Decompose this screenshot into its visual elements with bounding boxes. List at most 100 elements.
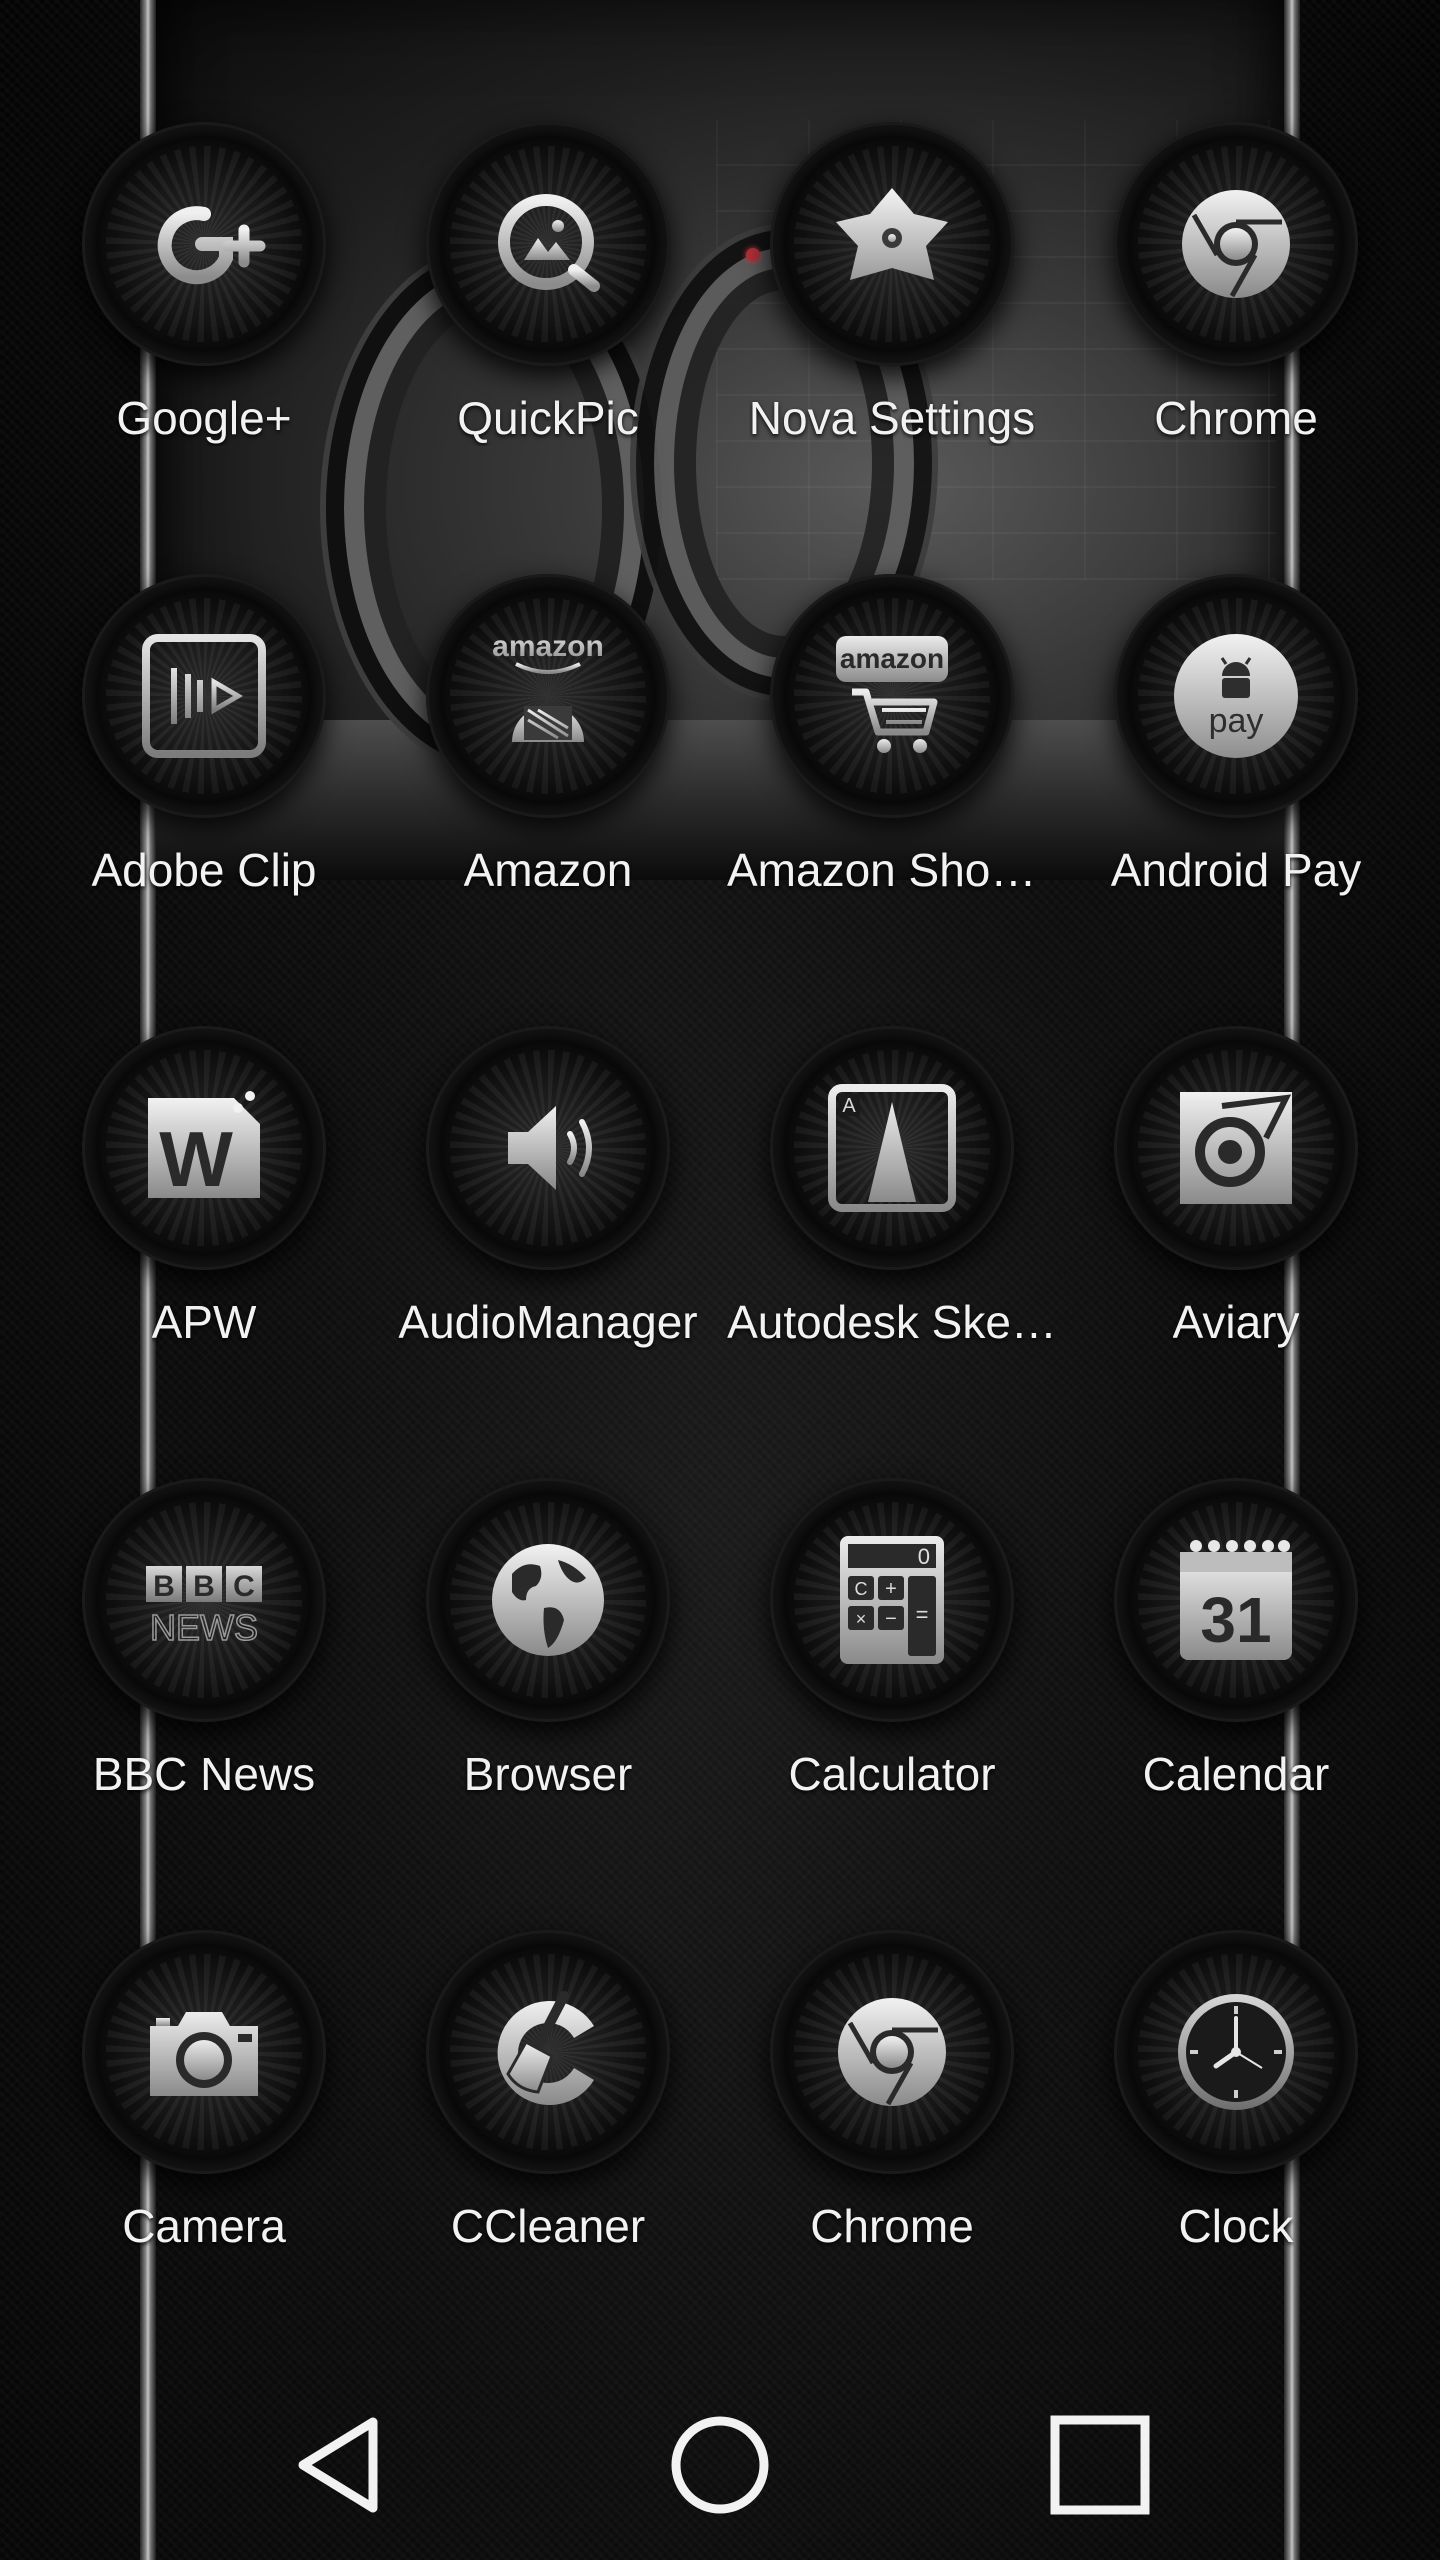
app-bbc-news[interactable]: B B C NEWS BBC News xyxy=(32,1456,376,1908)
icon-disc: amazon xyxy=(426,574,670,818)
app-label: Aviary xyxy=(1172,1296,1300,1348)
amazon-icon: amazon xyxy=(478,626,618,766)
app-android-pay[interactable]: pay Android Pay xyxy=(1064,552,1408,1004)
svg-text:=: = xyxy=(916,1602,929,1627)
icon-disc xyxy=(426,1930,670,2174)
icon-disc xyxy=(82,122,326,366)
app-autodesk-sketchbook[interactable]: A Autodesk Ske… xyxy=(720,1004,1064,1456)
app-chrome-2[interactable]: Chrome xyxy=(720,1908,1064,2360)
icon-disc xyxy=(426,1478,670,1722)
app-label: Google+ xyxy=(116,392,292,444)
icon-disc: B B C NEWS xyxy=(82,1478,326,1722)
ccleaner-icon xyxy=(478,1982,618,2122)
app-adobe-clip[interactable]: Adobe Clip xyxy=(32,552,376,1004)
app-label: Android Pay xyxy=(1110,844,1362,896)
app-amazon[interactable]: amazon Amazon xyxy=(376,552,720,1004)
recents-button[interactable] xyxy=(910,2370,1290,2560)
svg-text:0: 0 xyxy=(918,1544,930,1569)
app-aviary[interactable]: Aviary xyxy=(1064,1004,1408,1456)
icon-disc: W xyxy=(82,1026,326,1270)
back-button[interactable] xyxy=(150,2370,530,2560)
clock-icon xyxy=(1166,1982,1306,2122)
app-label: AudioManager xyxy=(398,1296,698,1348)
icon-disc xyxy=(82,1930,326,2174)
app-browser[interactable]: Browser xyxy=(376,1456,720,1908)
icon-disc: 0 C + × − = xyxy=(770,1478,1014,1722)
chrome-icon xyxy=(1166,174,1306,314)
svg-text:−: − xyxy=(885,1608,897,1630)
icon-disc xyxy=(1114,122,1358,366)
svg-text:C: C xyxy=(233,1570,255,1603)
svg-text:+: + xyxy=(885,1578,897,1600)
app-label: QuickPic xyxy=(457,392,639,444)
back-icon xyxy=(298,2417,378,2513)
app-label: Chrome xyxy=(1154,392,1318,444)
icon-disc xyxy=(82,574,326,818)
app-label: Calculator xyxy=(788,1748,996,1800)
amazon-shopping-icon: amazon xyxy=(822,626,962,766)
app-nova-settings[interactable]: Nova Settings xyxy=(720,100,1064,552)
svg-text:pay: pay xyxy=(1209,702,1264,740)
globe-icon xyxy=(478,1530,618,1670)
apw-icon: W xyxy=(134,1078,274,1218)
aviary-icon xyxy=(1166,1078,1306,1218)
home-icon xyxy=(671,2416,769,2514)
chrome-icon xyxy=(822,1982,962,2122)
app-label: Amazon Shop… xyxy=(727,844,1057,896)
icon-disc xyxy=(1114,1930,1358,2174)
svg-text:C: C xyxy=(855,1579,868,1599)
svg-text:31: 31 xyxy=(1200,1584,1271,1656)
app-chrome[interactable]: Chrome xyxy=(1064,100,1408,552)
app-label: Chrome xyxy=(810,2200,974,2252)
speaker-icon xyxy=(478,1078,618,1218)
app-label: Autodesk Ske… xyxy=(727,1296,1057,1348)
svg-text:×: × xyxy=(856,1609,867,1629)
calendar-icon: 31 xyxy=(1166,1530,1306,1670)
app-label: APW xyxy=(151,1296,257,1348)
recents-icon xyxy=(1050,2415,1150,2515)
app-label: Browser xyxy=(463,1748,633,1800)
svg-text:amazon: amazon xyxy=(492,630,604,663)
app-label: Camera xyxy=(122,2200,286,2252)
icon-disc: A xyxy=(770,1026,1014,1270)
app-ccleaner[interactable]: CCleaner xyxy=(376,1908,720,2360)
svg-text:W: W xyxy=(159,1115,233,1203)
google-plus-icon xyxy=(134,174,274,314)
svg-text:B: B xyxy=(193,1570,215,1603)
icon-disc xyxy=(1114,1026,1358,1270)
app-label: Adobe Clip xyxy=(91,844,317,896)
app-apw[interactable]: W APW xyxy=(32,1004,376,1456)
icon-disc: pay xyxy=(1114,574,1358,818)
sketchbook-icon: A xyxy=(822,1078,962,1218)
svg-text:amazon: amazon xyxy=(840,643,944,674)
app-label: Calendar xyxy=(1142,1748,1330,1800)
app-label: Amazon xyxy=(463,844,633,896)
navigation-bar xyxy=(0,2370,1440,2560)
app-quickpic[interactable]: QuickPic xyxy=(376,100,720,552)
app-camera[interactable]: Camera xyxy=(32,1908,376,2360)
app-google-plus[interactable]: Google+ xyxy=(32,100,376,552)
app-label: Nova Settings xyxy=(748,392,1036,444)
icon-disc xyxy=(426,122,670,366)
home-button[interactable] xyxy=(530,2370,910,2560)
app-audiomanager[interactable]: AudioManager xyxy=(376,1004,720,1456)
nova-settings-icon xyxy=(822,174,962,314)
icon-disc xyxy=(770,1930,1014,2174)
app-label: BBC News xyxy=(92,1748,316,1800)
app-label: CCleaner xyxy=(450,2200,646,2252)
app-clock[interactable]: Clock xyxy=(1064,1908,1408,2360)
app-amazon-shopping[interactable]: amazon Amazon Shop… xyxy=(720,552,1064,1004)
svg-text:A: A xyxy=(842,1095,856,1117)
app-calculator[interactable]: 0 C + × − = Calculator xyxy=(720,1456,1064,1908)
icon-disc xyxy=(426,1026,670,1270)
bbc-news-icon: B B C NEWS xyxy=(134,1530,274,1670)
svg-text:NEWS: NEWS xyxy=(150,1607,258,1648)
app-calendar[interactable]: 31 Calendar xyxy=(1064,1456,1408,1908)
icon-disc xyxy=(770,122,1014,366)
svg-text:B: B xyxy=(153,1570,175,1603)
calculator-icon: 0 C + × − = xyxy=(822,1530,962,1670)
quickpic-icon xyxy=(478,174,618,314)
adobe-clip-icon xyxy=(134,626,274,766)
app-drawer-grid: Google+ QuickPic Nova Settings Chrome Ad… xyxy=(0,100,1440,2360)
camera-icon xyxy=(134,1982,274,2122)
